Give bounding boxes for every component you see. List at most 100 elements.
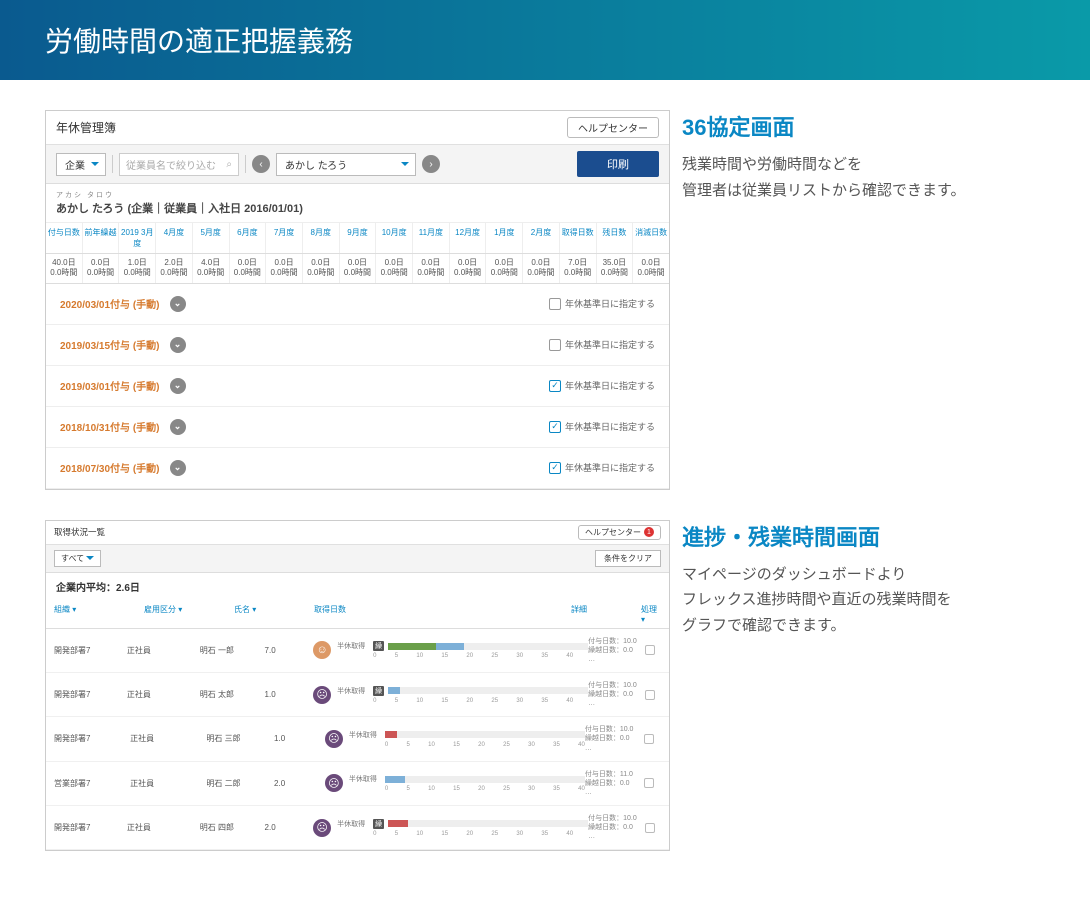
month-header: 残日数: [597, 223, 634, 253]
face-icon: ☹: [313, 686, 331, 704]
month-header: 2月度: [523, 223, 560, 253]
grant-label[interactable]: 2018/07/30付与 (手動) ⌄: [60, 460, 186, 476]
section2-heading: 進捗・残業時間画面: [682, 520, 1090, 552]
grant-label[interactable]: 2019/03/01付与 (手動) ⌄: [60, 378, 186, 394]
cell-name: 明石 一郎: [200, 645, 265, 656]
progress-bar: [388, 687, 588, 694]
cell-name: 明石 四郎: [200, 822, 265, 833]
cell-name: 明石 太郎: [200, 689, 265, 700]
chevron-down-icon[interactable]: ⌄: [170, 337, 186, 353]
progress-bar: [385, 731, 585, 738]
clear-filter-button[interactable]: 条件をクリア: [595, 550, 661, 567]
grant-label[interactable]: 2018/10/31付与 (手動) ⌄: [60, 419, 186, 435]
cell-type: 正社員: [130, 733, 206, 744]
row-checkbox[interactable]: [645, 823, 655, 833]
month-value: 4.0日0.0時間: [193, 254, 230, 283]
col-dept[interactable]: 組織 ▾: [54, 604, 144, 624]
scope-select[interactable]: 企業: [56, 153, 106, 176]
search-icon: ⌕: [226, 159, 232, 170]
month-header: 10月度: [376, 223, 413, 253]
cell-days: 1.0: [265, 690, 314, 699]
month-header: 9月度: [340, 223, 377, 253]
cell-dept: 営業部署7: [54, 778, 130, 789]
axis-ticks: 0510152025303540: [385, 786, 585, 792]
cell-type: 正社員: [127, 689, 200, 700]
cell-dept: 開発部署7: [54, 733, 130, 744]
prev-employee-button[interactable]: ‹: [252, 155, 270, 173]
series-label: 半休取得: [349, 730, 381, 740]
chevron-down-icon[interactable]: ⌄: [170, 460, 186, 476]
checkbox-label: 年休基準日に指定する: [565, 461, 655, 474]
month-header: 1月度: [486, 223, 523, 253]
print-button[interactable]: 印刷: [577, 151, 659, 177]
grant-row: 2020/03/01付与 (手動) ⌄ 年休基準日に指定する: [46, 284, 669, 325]
base-date-checkbox[interactable]: ✓: [549, 462, 561, 474]
cell-type: 正社員: [127, 645, 200, 656]
row-checkbox[interactable]: [644, 778, 654, 788]
progress-bar: [388, 643, 588, 650]
cell-dept: 開発部署7: [54, 645, 127, 656]
chevron-down-icon[interactable]: ⌄: [170, 419, 186, 435]
month-value: 0.0日0.0時間: [450, 254, 487, 283]
grant-row: 2018/07/30付与 (手動) ⌄ ✓ 年休基準日に指定する: [46, 448, 669, 489]
section1-heading: 36協定画面: [682, 110, 1090, 142]
row-checkbox[interactable]: [644, 734, 654, 744]
base-date-checkbox[interactable]: [549, 339, 561, 351]
table-row: 開発部署7 正社員 明石 三郎 1.0 ☹ 半休取得 0510152025303…: [46, 717, 669, 761]
col-action[interactable]: 処理 ▾: [641, 604, 661, 624]
checkbox-label: 年休基準日に指定する: [565, 379, 655, 392]
grant-row: 2019/03/01付与 (手動) ⌄ ✓ 年休基準日に指定する: [46, 366, 669, 407]
month-value: 0.0日0.0時間: [83, 254, 120, 283]
month-header: 11月度: [413, 223, 450, 253]
chevron-down-icon[interactable]: ⌄: [170, 378, 186, 394]
month-header: 12月度: [450, 223, 487, 253]
month-value: 2.0日0.0時間: [156, 254, 193, 283]
cell-dept: 開発部署7: [54, 822, 127, 833]
month-values-row: 40.0日0.0時間0.0日0.0時間1.0日0.0時間2.0日0.0時間4.0…: [46, 254, 669, 284]
checkbox-label: 年休基準日に指定する: [565, 297, 655, 310]
cell-type: 正社員: [127, 822, 200, 833]
cell-dept: 開発部署7: [54, 689, 127, 700]
cell-type: 正社員: [130, 778, 206, 789]
face-icon: ☹: [325, 774, 343, 792]
col-detail: 詳細: [571, 604, 641, 624]
base-date-checkbox[interactable]: ✓: [549, 380, 561, 392]
grant-label[interactable]: 2019/03/15付与 (手動) ⌄: [60, 337, 186, 353]
col-type[interactable]: 雇用区分 ▾: [144, 604, 234, 624]
panel-progress: 取得状況一覧 ヘルプセンター 1 すべて 条件をクリア 企業内平均：2.6日 組…: [45, 520, 670, 851]
base-date-checkbox[interactable]: [549, 298, 561, 310]
month-value: 0.0日0.0時間: [486, 254, 523, 283]
axis-ticks: 0510152025303540: [373, 698, 573, 704]
cell-days: 7.0: [265, 646, 314, 655]
col-name[interactable]: 氏名 ▾: [234, 604, 314, 624]
series-label: 半休取得: [337, 686, 369, 696]
month-value: 0.0日0.0時間: [633, 254, 669, 283]
month-header: 6月度: [230, 223, 267, 253]
month-value: 0.0日0.0時間: [340, 254, 377, 283]
employee-select[interactable]: あかし たろう: [276, 153, 416, 176]
progress-bar: [385, 776, 585, 783]
row-checkbox[interactable]: [645, 690, 655, 700]
filter-select[interactable]: すべて: [54, 550, 101, 567]
section1-desc: 残業時間や労働時間などを管理者は従業員リストから確認できます。: [682, 152, 1090, 203]
face-icon: ☺: [313, 641, 331, 659]
chevron-down-icon[interactable]: ⌄: [170, 296, 186, 312]
series-label: 半休取得: [337, 641, 369, 651]
help-badge: 1: [644, 527, 654, 537]
grant-row: 2018/10/31付与 (手動) ⌄ ✓ 年休基準日に指定する: [46, 407, 669, 448]
axis-ticks: 0510152025303540: [385, 742, 585, 748]
col-days: 取得日数: [314, 604, 374, 624]
next-employee-button[interactable]: ›: [422, 155, 440, 173]
employee-search-input[interactable]: 従業員名で絞り込む ⌕: [119, 153, 239, 176]
grant-row: 2019/03/15付与 (手動) ⌄ 年休基準日に指定する: [46, 325, 669, 366]
grant-label[interactable]: 2020/03/01付与 (手動) ⌄: [60, 296, 186, 312]
cell-name: 明石 三郎: [206, 733, 274, 744]
base-date-checkbox[interactable]: ✓: [549, 421, 561, 433]
month-value: 1.0日0.0時間: [119, 254, 156, 283]
row-checkbox[interactable]: [645, 645, 655, 655]
help-center-button-2[interactable]: ヘルプセンター 1: [578, 525, 661, 540]
section2-desc: マイページのダッシュボードよりフレックス進捗時間や直近の残業時間をグラフで確認で…: [682, 562, 1090, 639]
cell-detail: 付与日数：10.0繰越日数：0.0…: [588, 681, 645, 708]
series-label: 半休取得: [337, 819, 369, 829]
help-center-button[interactable]: ヘルプセンター: [567, 117, 659, 138]
